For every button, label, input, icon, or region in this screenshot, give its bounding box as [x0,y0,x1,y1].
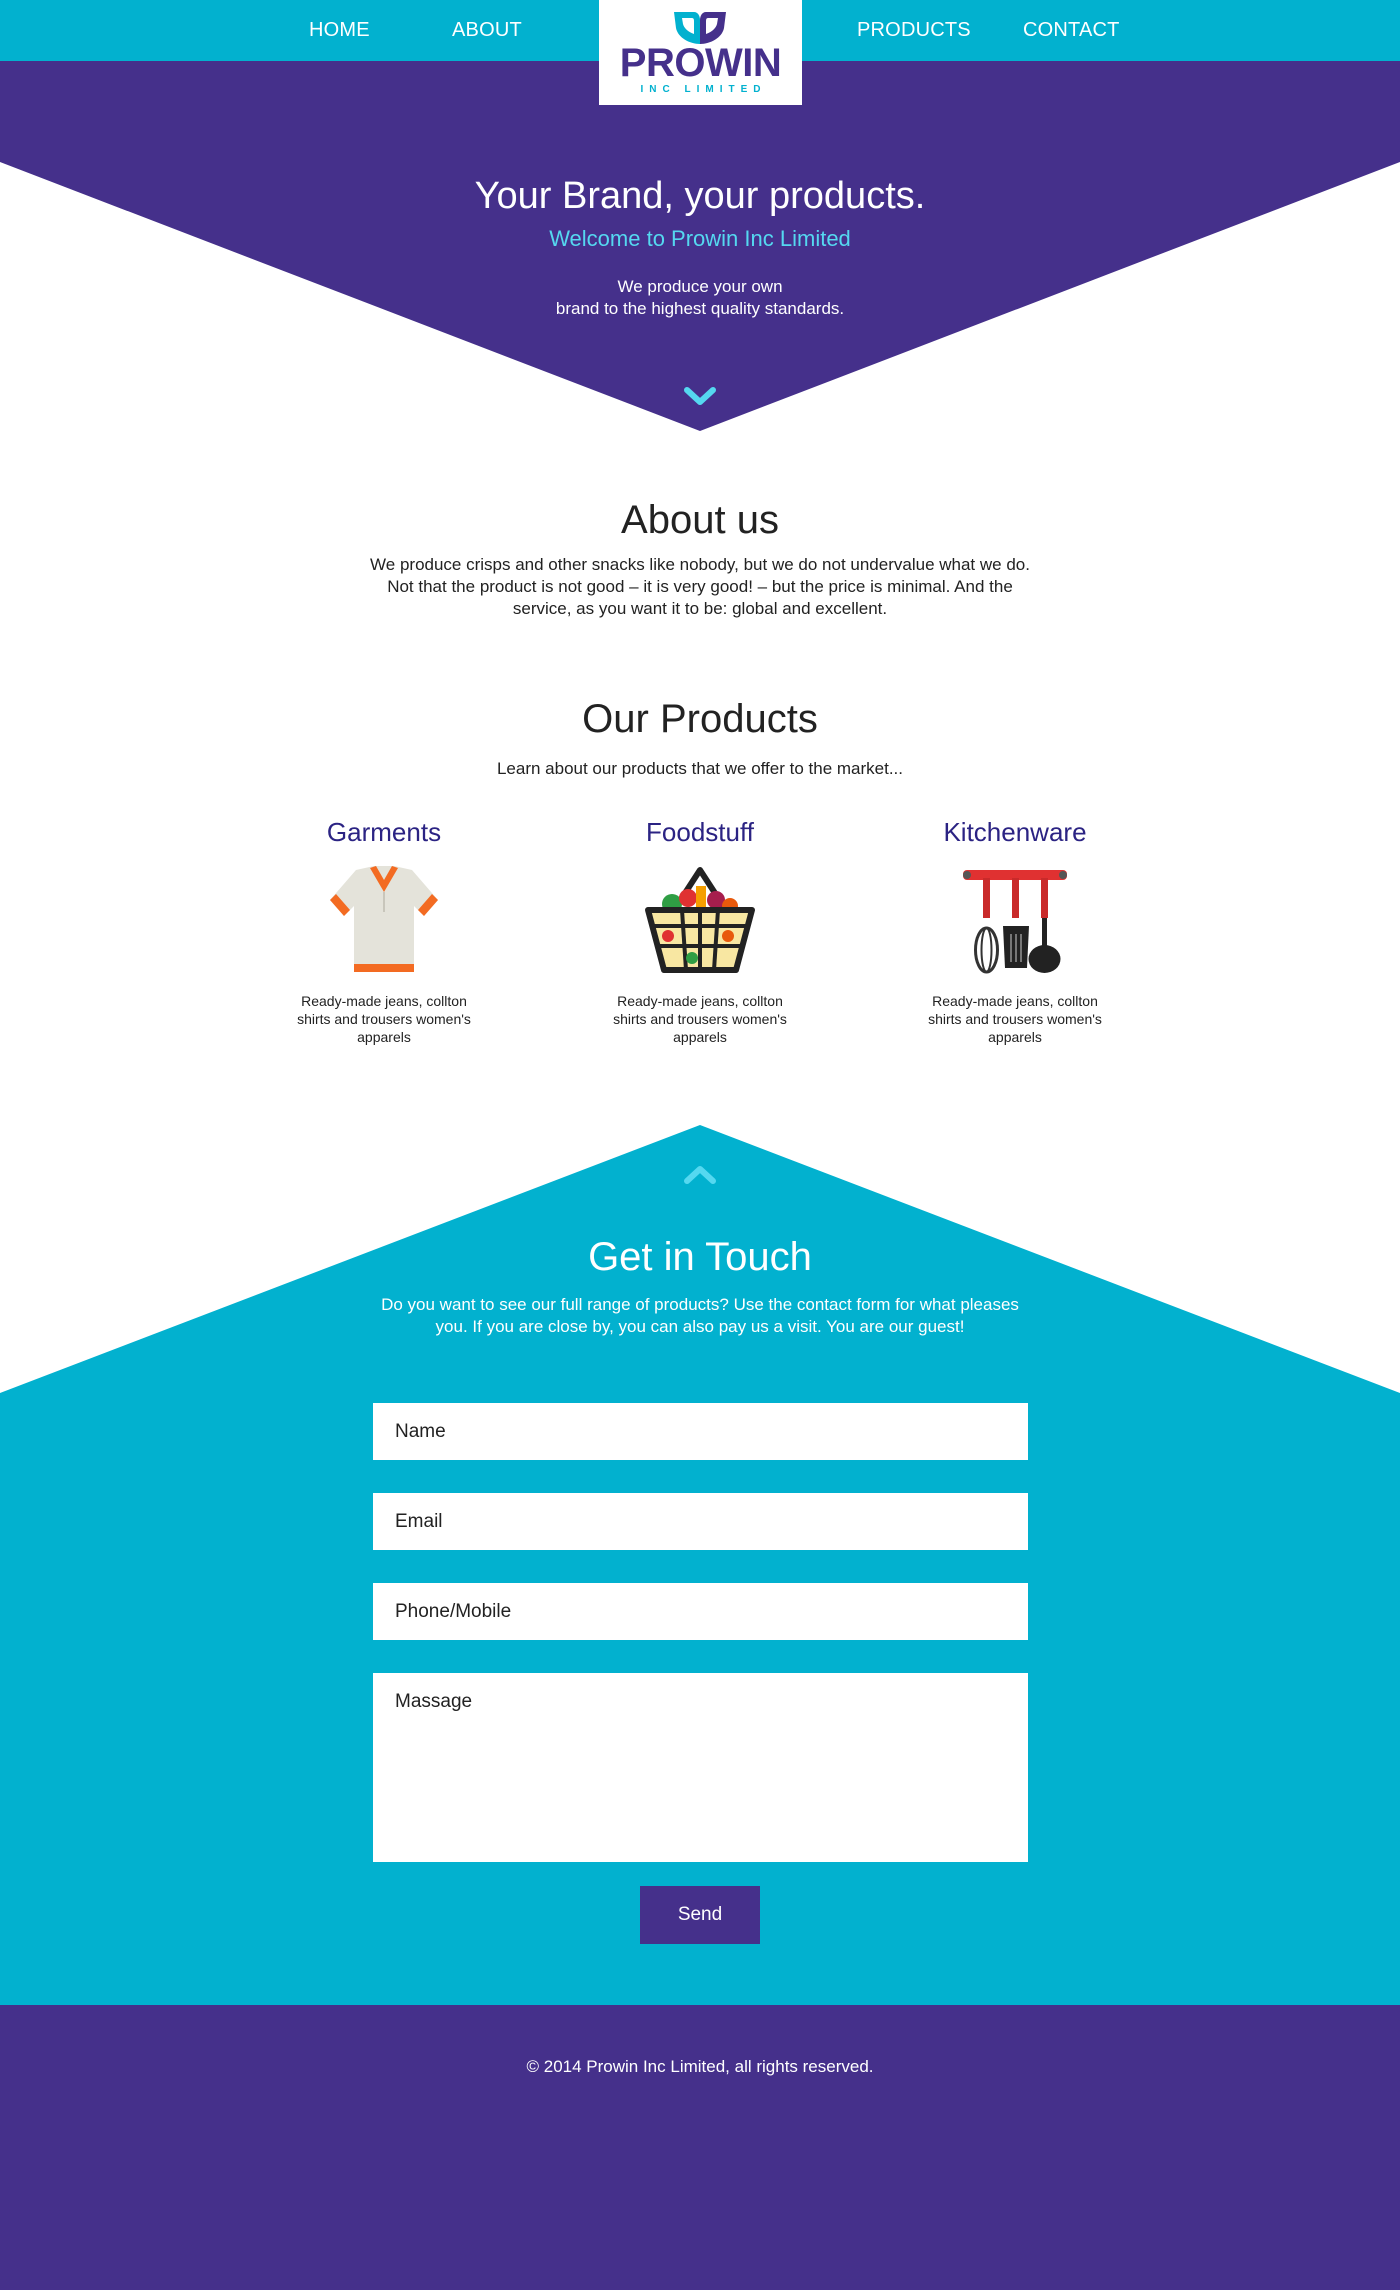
kitchen-utensils-icon [963,870,1067,974]
product-description-line: apparels [673,1029,727,1045]
product-description-line: Ready-made jeans, collton [301,993,467,1009]
phone-field[interactable] [373,1583,1028,1640]
hero-subtitle: Welcome to Prowin Inc Limited [549,226,851,251]
products-subtitle: Learn about our products that we offer t… [496,759,904,778]
contact-description-line: Do you want to see our full range of pro… [381,1295,1019,1314]
about-text-line: Not that the product is not good – it is… [387,577,1013,596]
product-description-line: apparels [988,1029,1042,1045]
footer-copyright: © 2014 Prowin Inc Limited, all rights re… [526,2057,874,2076]
about-title: About us [621,498,779,542]
nav-home-link[interactable]: HOME [309,0,370,61]
product-description-line: shirts and trousers women's [613,1011,787,1027]
email-field[interactable] [373,1493,1028,1550]
product-title: Foodstuff [646,817,754,847]
product-description-line: Ready-made jeans, collton [617,993,783,1009]
logo-tagline: INC LIMITED [640,84,767,95]
product-title: Kitchenware [943,817,1087,847]
shopping-basket-icon [645,867,755,973]
message-field[interactable] [373,1673,1028,1862]
products-title: Our Products [582,697,818,741]
product-title: Garments [326,817,442,847]
contact-title: Get in Touch [588,1235,812,1279]
contact-description: Do you want to see our full range of pro… [350,1294,1050,1338]
product-description: Ready-made jeans, collton shirts and tro… [605,992,795,1046]
about-text: We produce crisps and other snacks like … [350,554,1050,620]
nav-contact-link[interactable]: CONTACT [1023,0,1120,61]
product-card-garments[interactable]: Garments Ready-made jeans, collton shirt… [284,812,484,1046]
product-description-line: Ready-made jeans, collton [932,993,1098,1009]
logo-wordmark: PROWIN [619,41,782,85]
product-description-line: apparels [357,1029,411,1045]
contact-description-line: you. If you are close by, you can also p… [435,1317,965,1336]
about-text-line: We produce crisps and other snacks like … [370,555,1030,574]
about-text-line: service, as you want it to be: global an… [512,599,888,618]
send-button[interactable]: Send [640,1886,760,1944]
nav-about-link[interactable]: ABOUT [452,0,522,61]
product-description-line: shirts and trousers women's [297,1011,471,1027]
name-field[interactable] [373,1403,1028,1460]
footer: © 2014 Prowin Inc Limited, all rights re… [0,2005,1400,2290]
product-description: Ready-made jeans, collton shirts and tro… [920,992,1110,1046]
hero-description: We produce your own brand to the highest… [0,276,1400,320]
hero-description-line: We produce your own [617,277,783,296]
chevron-down-icon[interactable] [683,386,717,408]
shirt-icon [330,866,438,972]
hero-description-line: brand to the highest quality standards. [555,299,845,318]
nav-products-link[interactable]: PRODUCTS [857,0,971,61]
product-card-foodstuff[interactable]: Foodstuff Ready-made jeans, collton shir… [600,812,800,1046]
hero-title: Your Brand, your products. [474,175,926,217]
site-logo[interactable]: PROWIN INC LIMITED [599,0,802,105]
chevron-up-icon[interactable] [683,1163,717,1185]
product-description: Ready-made jeans, collton shirts and tro… [289,992,479,1046]
product-card-kitchenware[interactable]: Kitchenware Ready-made jeans, collton sh… [915,812,1115,1046]
product-description-line: shirts and trousers women's [928,1011,1102,1027]
